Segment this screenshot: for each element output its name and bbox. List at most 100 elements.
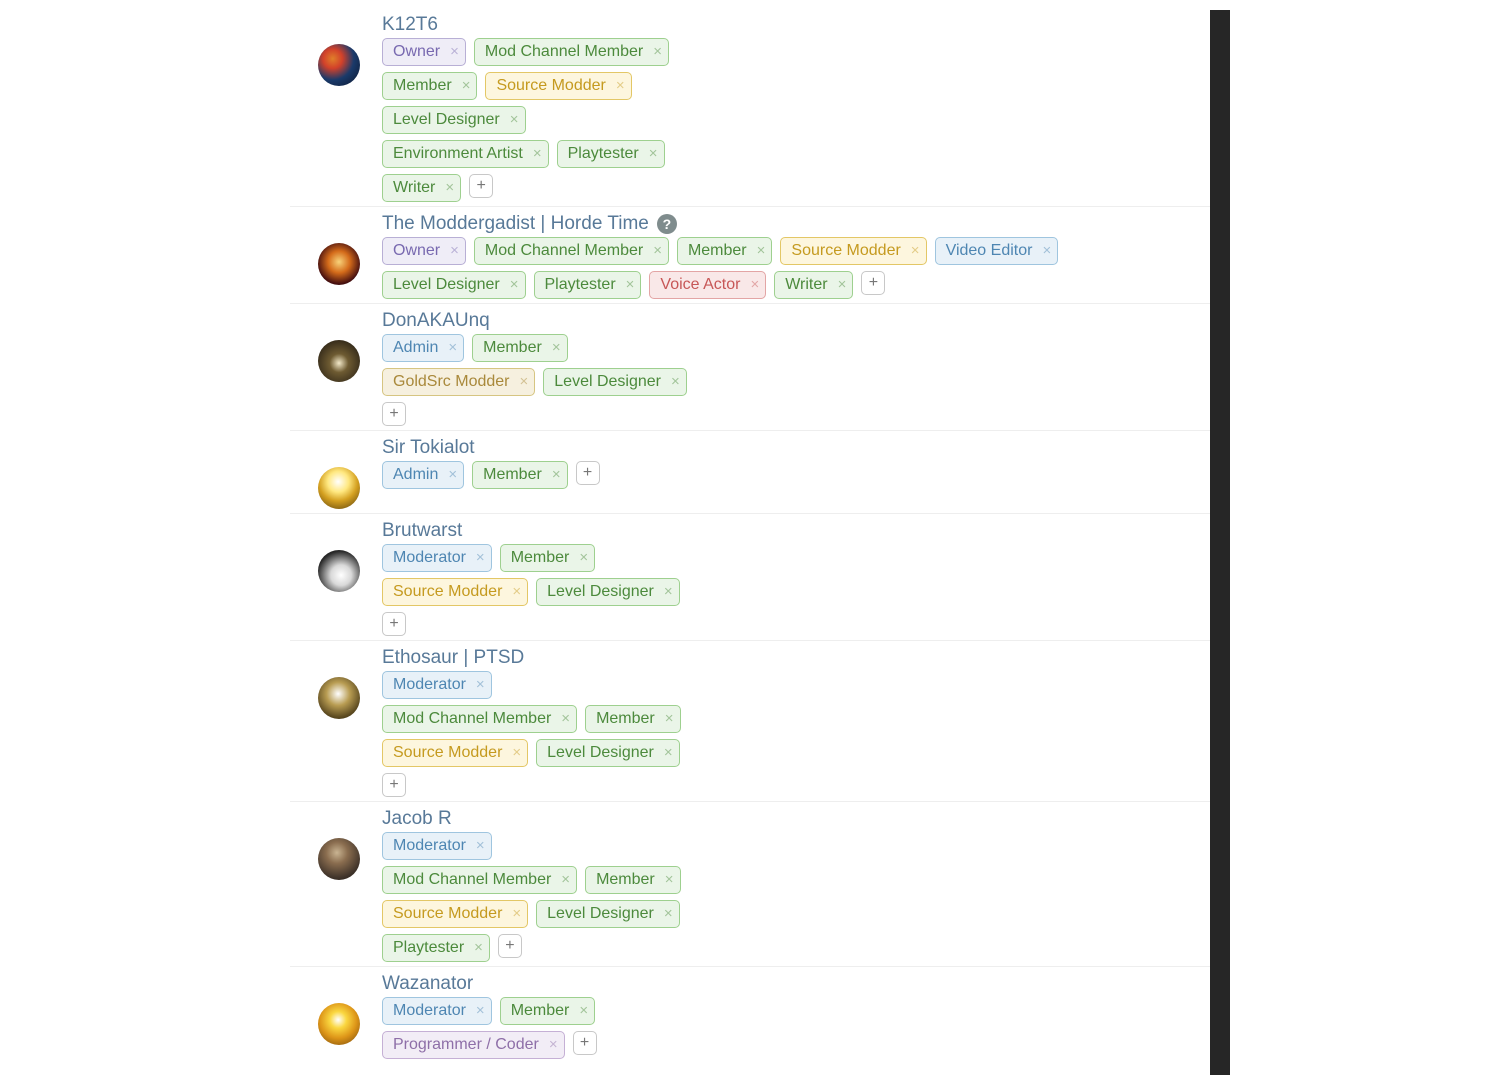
role-tag[interactable]: Level Designer× <box>382 271 526 299</box>
remove-role-icon[interactable]: × <box>549 1034 558 1056</box>
role-tag[interactable]: Writer× <box>774 271 853 299</box>
role-tag[interactable]: Moderator× <box>382 997 492 1025</box>
role-tag[interactable]: Source Modder× <box>382 578 528 606</box>
role-tag[interactable]: Owner× <box>382 38 466 66</box>
role-tag[interactable]: Admin× <box>382 334 464 362</box>
role-tag[interactable]: Level Designer× <box>543 368 687 396</box>
role-tag[interactable]: Level Designer× <box>536 578 680 606</box>
role-tag[interactable]: Member× <box>500 544 595 572</box>
role-tag[interactable]: Playtester× <box>534 271 642 299</box>
member-name[interactable]: Sir Tokialot <box>382 437 475 459</box>
role-tag[interactable]: Environment Artist× <box>382 140 549 168</box>
remove-role-icon[interactable]: × <box>520 371 529 393</box>
avatar[interactable] <box>318 467 360 509</box>
remove-role-icon[interactable]: × <box>476 835 485 857</box>
avatar[interactable] <box>318 550 360 592</box>
role-tag[interactable]: Mod Channel Member× <box>474 38 669 66</box>
role-tag[interactable]: Level Designer× <box>536 739 680 767</box>
remove-role-icon[interactable]: × <box>476 1000 485 1022</box>
role-tag[interactable]: Source Modder× <box>780 237 926 265</box>
role-tag[interactable]: Moderator× <box>382 671 492 699</box>
role-tag[interactable]: Member× <box>677 237 772 265</box>
remove-role-icon[interactable]: × <box>474 937 483 959</box>
role-tag[interactable]: Moderator× <box>382 544 492 572</box>
remove-role-icon[interactable]: × <box>757 240 766 262</box>
remove-role-icon[interactable]: × <box>512 903 521 925</box>
role-tag[interactable]: Mod Channel Member× <box>382 866 577 894</box>
role-tag[interactable]: Owner× <box>382 237 466 265</box>
remove-role-icon[interactable]: × <box>448 337 457 359</box>
role-tag[interactable]: Level Designer× <box>382 106 526 134</box>
add-role-button[interactable]: + <box>573 1031 597 1055</box>
role-tag[interactable]: Writer× <box>382 174 461 202</box>
member-name[interactable]: Brutwarst <box>382 520 462 542</box>
remove-role-icon[interactable]: × <box>671 371 680 393</box>
add-role-button[interactable]: + <box>576 461 600 485</box>
member-name[interactable]: Jacob R <box>382 808 452 830</box>
role-tag[interactable]: Member× <box>472 461 567 489</box>
role-tag[interactable]: Playtester× <box>557 140 665 168</box>
role-tag[interactable]: Mod Channel Member× <box>474 237 669 265</box>
remove-role-icon[interactable]: × <box>510 274 519 296</box>
add-role-button[interactable]: + <box>469 174 493 198</box>
remove-role-icon[interactable]: × <box>510 109 519 131</box>
member-name[interactable]: K12T6 <box>382 14 438 36</box>
avatar[interactable] <box>318 340 360 382</box>
role-tag[interactable]: Member× <box>472 334 567 362</box>
remove-role-icon[interactable]: × <box>665 869 674 891</box>
remove-role-icon[interactable]: × <box>445 177 454 199</box>
remove-role-icon[interactable]: × <box>616 75 625 97</box>
add-role-button[interactable]: + <box>498 934 522 958</box>
add-role-button[interactable]: + <box>382 773 406 797</box>
role-tag[interactable]: Admin× <box>382 461 464 489</box>
member-name[interactable]: The Moddergadist | Horde Time? <box>382 213 677 235</box>
add-role-button[interactable]: + <box>861 271 885 295</box>
remove-role-icon[interactable]: × <box>664 903 673 925</box>
member-name[interactable]: DonAKAUnq <box>382 310 490 332</box>
remove-role-icon[interactable]: × <box>462 75 471 97</box>
remove-role-icon[interactable]: × <box>626 274 635 296</box>
add-role-button[interactable]: + <box>382 612 406 636</box>
avatar[interactable] <box>318 1003 360 1045</box>
role-tag[interactable]: Level Designer× <box>536 900 680 928</box>
remove-role-icon[interactable]: × <box>664 581 673 603</box>
role-tag[interactable]: Moderator× <box>382 832 492 860</box>
remove-role-icon[interactable]: × <box>561 869 570 891</box>
remove-role-icon[interactable]: × <box>512 581 521 603</box>
remove-role-icon[interactable]: × <box>533 143 542 165</box>
remove-role-icon[interactable]: × <box>552 464 561 486</box>
remove-role-icon[interactable]: × <box>838 274 847 296</box>
remove-role-icon[interactable]: × <box>561 708 570 730</box>
remove-role-icon[interactable]: × <box>653 240 662 262</box>
role-tag[interactable]: Playtester× <box>382 934 490 962</box>
remove-role-icon[interactable]: × <box>579 547 588 569</box>
remove-role-icon[interactable]: × <box>476 547 485 569</box>
remove-role-icon[interactable]: × <box>512 742 521 764</box>
role-tag[interactable]: Member× <box>585 866 680 894</box>
remove-role-icon[interactable]: × <box>1042 240 1051 262</box>
remove-role-icon[interactable]: × <box>579 1000 588 1022</box>
member-name[interactable]: Ethosaur | PTSD <box>382 647 524 669</box>
remove-role-icon[interactable]: × <box>653 41 662 63</box>
avatar[interactable] <box>318 44 360 86</box>
role-tag[interactable]: Programmer / Coder× <box>382 1031 565 1059</box>
add-role-button[interactable]: + <box>382 402 406 426</box>
member-name[interactable]: Wazanator <box>382 973 473 995</box>
role-tag[interactable]: Member× <box>382 72 477 100</box>
remove-role-icon[interactable]: × <box>750 274 759 296</box>
remove-role-icon[interactable]: × <box>552 337 561 359</box>
role-tag[interactable]: Voice Actor× <box>649 271 766 299</box>
role-tag[interactable]: Source Modder× <box>382 739 528 767</box>
role-tag[interactable]: Member× <box>500 997 595 1025</box>
avatar[interactable] <box>318 243 360 285</box>
role-tag[interactable]: Video Editor× <box>935 237 1059 265</box>
remove-role-icon[interactable]: × <box>450 41 459 63</box>
role-tag[interactable]: Member× <box>585 705 680 733</box>
remove-role-icon[interactable]: × <box>476 674 485 696</box>
role-tag[interactable]: Source Modder× <box>485 72 631 100</box>
remove-role-icon[interactable]: × <box>664 742 673 764</box>
avatar[interactable] <box>318 838 360 880</box>
remove-role-icon[interactable]: × <box>665 708 674 730</box>
avatar[interactable] <box>318 677 360 719</box>
remove-role-icon[interactable]: × <box>911 240 920 262</box>
